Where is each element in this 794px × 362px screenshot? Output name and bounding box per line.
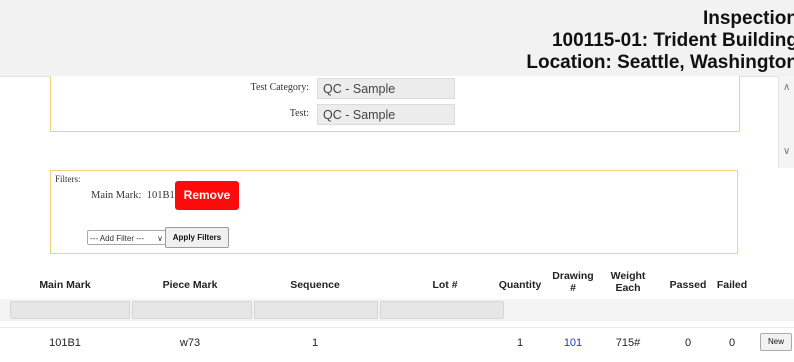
cell-piece-mark: w73 — [179, 337, 201, 349]
apply-filters-button[interactable]: Apply Filters — [165, 227, 229, 248]
row-divider — [0, 327, 794, 328]
cell-main-mark: 101B1 — [49, 337, 81, 349]
test-row: Test: QC - Sample — [51, 104, 739, 126]
new-inspection-button[interactable]: New — [760, 333, 792, 351]
location-title: Location: Seattle, Washington — [526, 52, 794, 73]
col-header-sequence[interactable]: Sequence — [280, 279, 350, 291]
remove-filter-button[interactable]: Remove — [175, 181, 239, 210]
panel-scrollbar[interactable]: ∧ ∨ — [778, 76, 794, 168]
chevron-down-icon[interactable]: ∨ — [783, 146, 790, 157]
main-mark-filter-input[interactable] — [10, 301, 130, 319]
cell-sequence: 1 — [311, 337, 319, 349]
test-category-field[interactable]: QC - Sample — [317, 78, 455, 99]
main-mark-filter-value: 101B1 — [146, 190, 175, 201]
page-title: Inspection — [702, 8, 794, 29]
col-header-failed[interactable]: Failed — [712, 279, 752, 291]
filters-panel: Filters: Main Mark: 101B1 Remove --- Add… — [50, 170, 738, 254]
piece-mark-filter-input[interactable] — [132, 301, 252, 319]
chevron-up-icon[interactable]: ∧ — [783, 82, 790, 93]
project-title: 100115-01: Trident Building — [551, 30, 794, 51]
page-header: Inspection 100115-01: Trident Building L… — [0, 0, 794, 77]
col-header-main-mark[interactable]: Main Mark — [30, 279, 100, 291]
column-filter-row — [0, 299, 794, 321]
lot-filter-input[interactable] — [380, 301, 504, 319]
test-category-label: Test Category: — [250, 82, 309, 93]
col-header-quantity[interactable]: Quantity — [495, 279, 545, 291]
col-header-drawing-line2: # — [570, 282, 576, 294]
col-header-lot[interactable]: Lot # — [420, 279, 470, 291]
col-header-drawing-line1: Drawing — [552, 270, 594, 282]
test-info-panel: Test Category: QC - Sample Test: QC - Sa… — [50, 76, 740, 132]
sequence-filter-input[interactable] — [254, 301, 378, 319]
col-header-weight-line2: Each — [615, 282, 641, 294]
cell-passed: 0 — [684, 337, 692, 349]
cell-weight: 715# — [615, 337, 641, 349]
add-filter-select[interactable]: --- Add Filter --- ∨ — [87, 230, 167, 245]
col-header-piece-mark[interactable]: Piece Mark — [150, 279, 230, 291]
col-header-drawing[interactable]: Drawing # — [548, 270, 598, 294]
col-header-passed[interactable]: Passed — [668, 279, 708, 291]
test-category-row: Test Category: QC - Sample — [51, 78, 739, 100]
cell-failed: 0 — [728, 337, 736, 349]
test-label: Test: — [289, 108, 309, 119]
filters-title: Filters: — [55, 174, 81, 184]
cell-quantity: 1 — [516, 337, 524, 349]
chevron-down-icon: ∨ — [157, 234, 163, 243]
col-header-weight[interactable]: Weight Each — [606, 270, 650, 294]
main-mark-filter: Main Mark: 101B1 — [91, 190, 175, 201]
cell-drawing-link[interactable]: 101 — [548, 337, 598, 349]
add-filter-select-label: --- Add Filter --- — [90, 234, 145, 243]
test-field[interactable]: QC - Sample — [317, 104, 455, 125]
main-mark-filter-label: Main Mark: — [91, 190, 142, 201]
col-header-weight-line1: Weight — [610, 270, 646, 282]
